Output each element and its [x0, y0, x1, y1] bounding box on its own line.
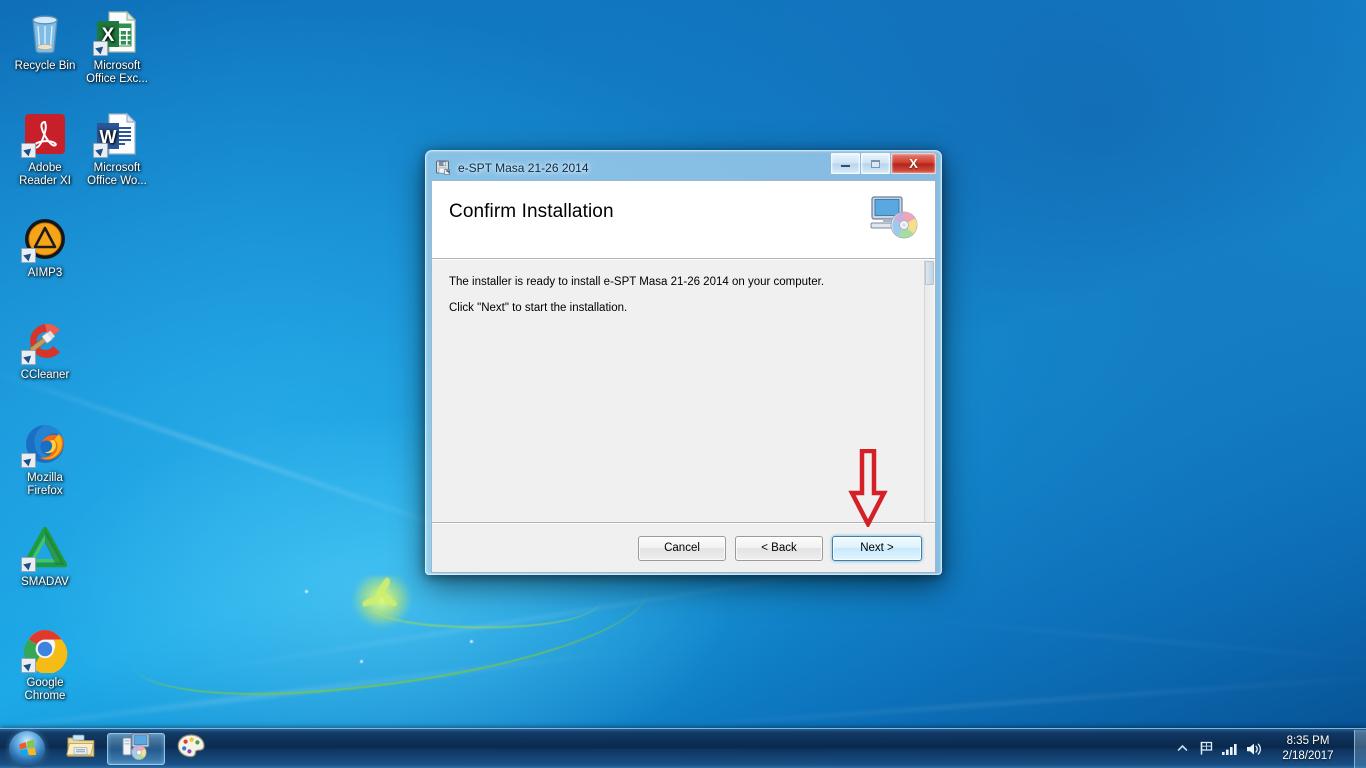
volume-button[interactable] — [1242, 734, 1266, 764]
shortcut-overlay-icon — [21, 143, 36, 158]
aimp3-icon — [21, 215, 69, 263]
shortcut-overlay-icon — [21, 557, 36, 572]
desktop-icon-ccleaner[interactable]: CCleaner — [6, 317, 84, 382]
wallpaper-light-streak — [620, 671, 1366, 732]
shortcut-overlay-icon — [21, 658, 36, 673]
chrome-icon — [21, 625, 69, 674]
taskbar-item-paint[interactable] — [169, 733, 213, 765]
clock-date: 2/18/2017 — [1282, 749, 1334, 762]
cancel-button[interactable]: Cancel — [638, 535, 726, 561]
desktop-icon-smadav[interactable]: SMADAV — [6, 524, 84, 589]
minimize-icon — [841, 165, 850, 167]
desktop-icon-label: Mozilla Firefox — [27, 472, 63, 497]
red-down-arrow-annotation — [848, 448, 888, 529]
network-bars-icon — [1222, 744, 1237, 755]
desktop-icon-label: CCleaner — [20, 369, 70, 381]
shortcut-overlay-icon — [93, 41, 108, 56]
ccleaner-icon — [21, 317, 69, 365]
show-hidden-icons-button[interactable] — [1170, 734, 1194, 764]
desktop-icon-mozilla-firefox[interactable]: Mozilla Firefox — [6, 420, 84, 498]
desktop-icon-google-chrome[interactable]: Google Chrome — [6, 625, 84, 703]
desktop-icon-aimp3[interactable]: AIMP3 — [6, 215, 84, 280]
action-center-button[interactable] — [1194, 734, 1218, 764]
scrollbar-thumb[interactable] — [925, 261, 934, 285]
window-titlebar[interactable]: e-SPT Masa 21-26 2014 X — [431, 153, 936, 180]
dialog-header: Confirm Installation — [432, 181, 935, 259]
next-button[interactable]: Next > — [832, 535, 922, 561]
close-button[interactable]: X — [891, 153, 936, 174]
taskbar-item-windows-explorer[interactable] — [59, 733, 103, 765]
adobe-reader-icon — [21, 110, 69, 158]
computer-cd-icon — [120, 732, 152, 765]
page-title: Confirm Installation — [449, 201, 614, 222]
network-button[interactable] — [1218, 734, 1242, 764]
desktop-icon-ms-office-excel[interactable]: X Microsoft Office Exc... — [78, 8, 156, 86]
recycle-bin-icon — [21, 8, 69, 56]
taskbar-item-installer-window[interactable] — [107, 732, 165, 765]
shortcut-overlay-icon — [21, 350, 36, 365]
windows-logo-icon — [9, 730, 45, 767]
wallpaper-sparkle — [305, 590, 308, 593]
wallpaper-sparkle — [360, 660, 363, 663]
start-button[interactable] — [3, 730, 51, 768]
vertical-scrollbar[interactable] — [924, 260, 935, 522]
taskbar[interactable]: 8:35 PM 2/18/2017 — [0, 728, 1366, 768]
wallpaper-sparkle — [470, 640, 473, 643]
wallpaper-light-streak — [900, 617, 1366, 665]
body-text-line-1: The installer is ready to install e-SPT … — [449, 276, 825, 288]
folder-explorer-icon — [66, 732, 96, 765]
maximize-button[interactable] — [861, 153, 890, 174]
window-controls: X — [830, 153, 936, 174]
excel-icon: X — [93, 8, 141, 56]
close-icon: X — [909, 156, 918, 171]
desktop-icon-label: Recycle Bin — [14, 60, 76, 72]
installer-floppy-icon — [435, 159, 452, 176]
desktop-icon-ms-office-word[interactable]: W Microsoft Office Wo... — [78, 110, 156, 188]
desktop-icon-label: SMADAV — [21, 576, 69, 588]
desktop-icon-label: Microsoft Office Wo... — [87, 162, 147, 187]
taskbar-tasks — [59, 732, 213, 765]
word-icon: W — [93, 110, 141, 158]
desktop-icon-adobe-reader[interactable]: Adobe Reader XI — [6, 110, 84, 188]
window-title: e-SPT Masa 21-26 2014 — [458, 160, 589, 175]
show-desktop-button[interactable] — [1354, 729, 1366, 768]
desktop-icon-recycle-bin[interactable]: Recycle Bin — [6, 8, 84, 73]
chevron-up-icon — [1177, 744, 1187, 751]
computer-cd-icon — [868, 195, 920, 241]
shortcut-overlay-icon — [21, 453, 36, 468]
clock[interactable]: 8:35 PM 2/18/2017 — [1266, 734, 1350, 764]
body-text-line-2: Click "Next" to start the installation. — [449, 302, 628, 314]
minimize-button[interactable] — [831, 153, 860, 174]
paint-palette-icon — [176, 732, 206, 765]
clock-time: 8:35 PM — [1286, 734, 1330, 747]
back-button[interactable]: < Back — [735, 535, 823, 561]
maximize-icon — [871, 159, 880, 168]
flag-icon — [1200, 741, 1212, 755]
dialog-footer: Cancel < Back Next > — [432, 524, 935, 572]
desktop-icon-label: Microsoft Office Exc... — [86, 60, 148, 85]
system-tray: 8:35 PM 2/18/2017 — [1170, 729, 1366, 768]
speaker-icon — [1247, 743, 1261, 755]
desktop-icon-label: Adobe Reader XI — [19, 162, 71, 187]
wallpaper-light-streak — [0, 647, 638, 738]
firefox-icon — [21, 420, 69, 468]
desktop-icon-label: AIMP3 — [27, 267, 63, 279]
shortcut-overlay-icon — [21, 248, 36, 263]
desktop-icon-label: Google Chrome — [24, 677, 66, 702]
smadav-icon — [21, 524, 69, 572]
shortcut-overlay-icon — [93, 143, 108, 158]
